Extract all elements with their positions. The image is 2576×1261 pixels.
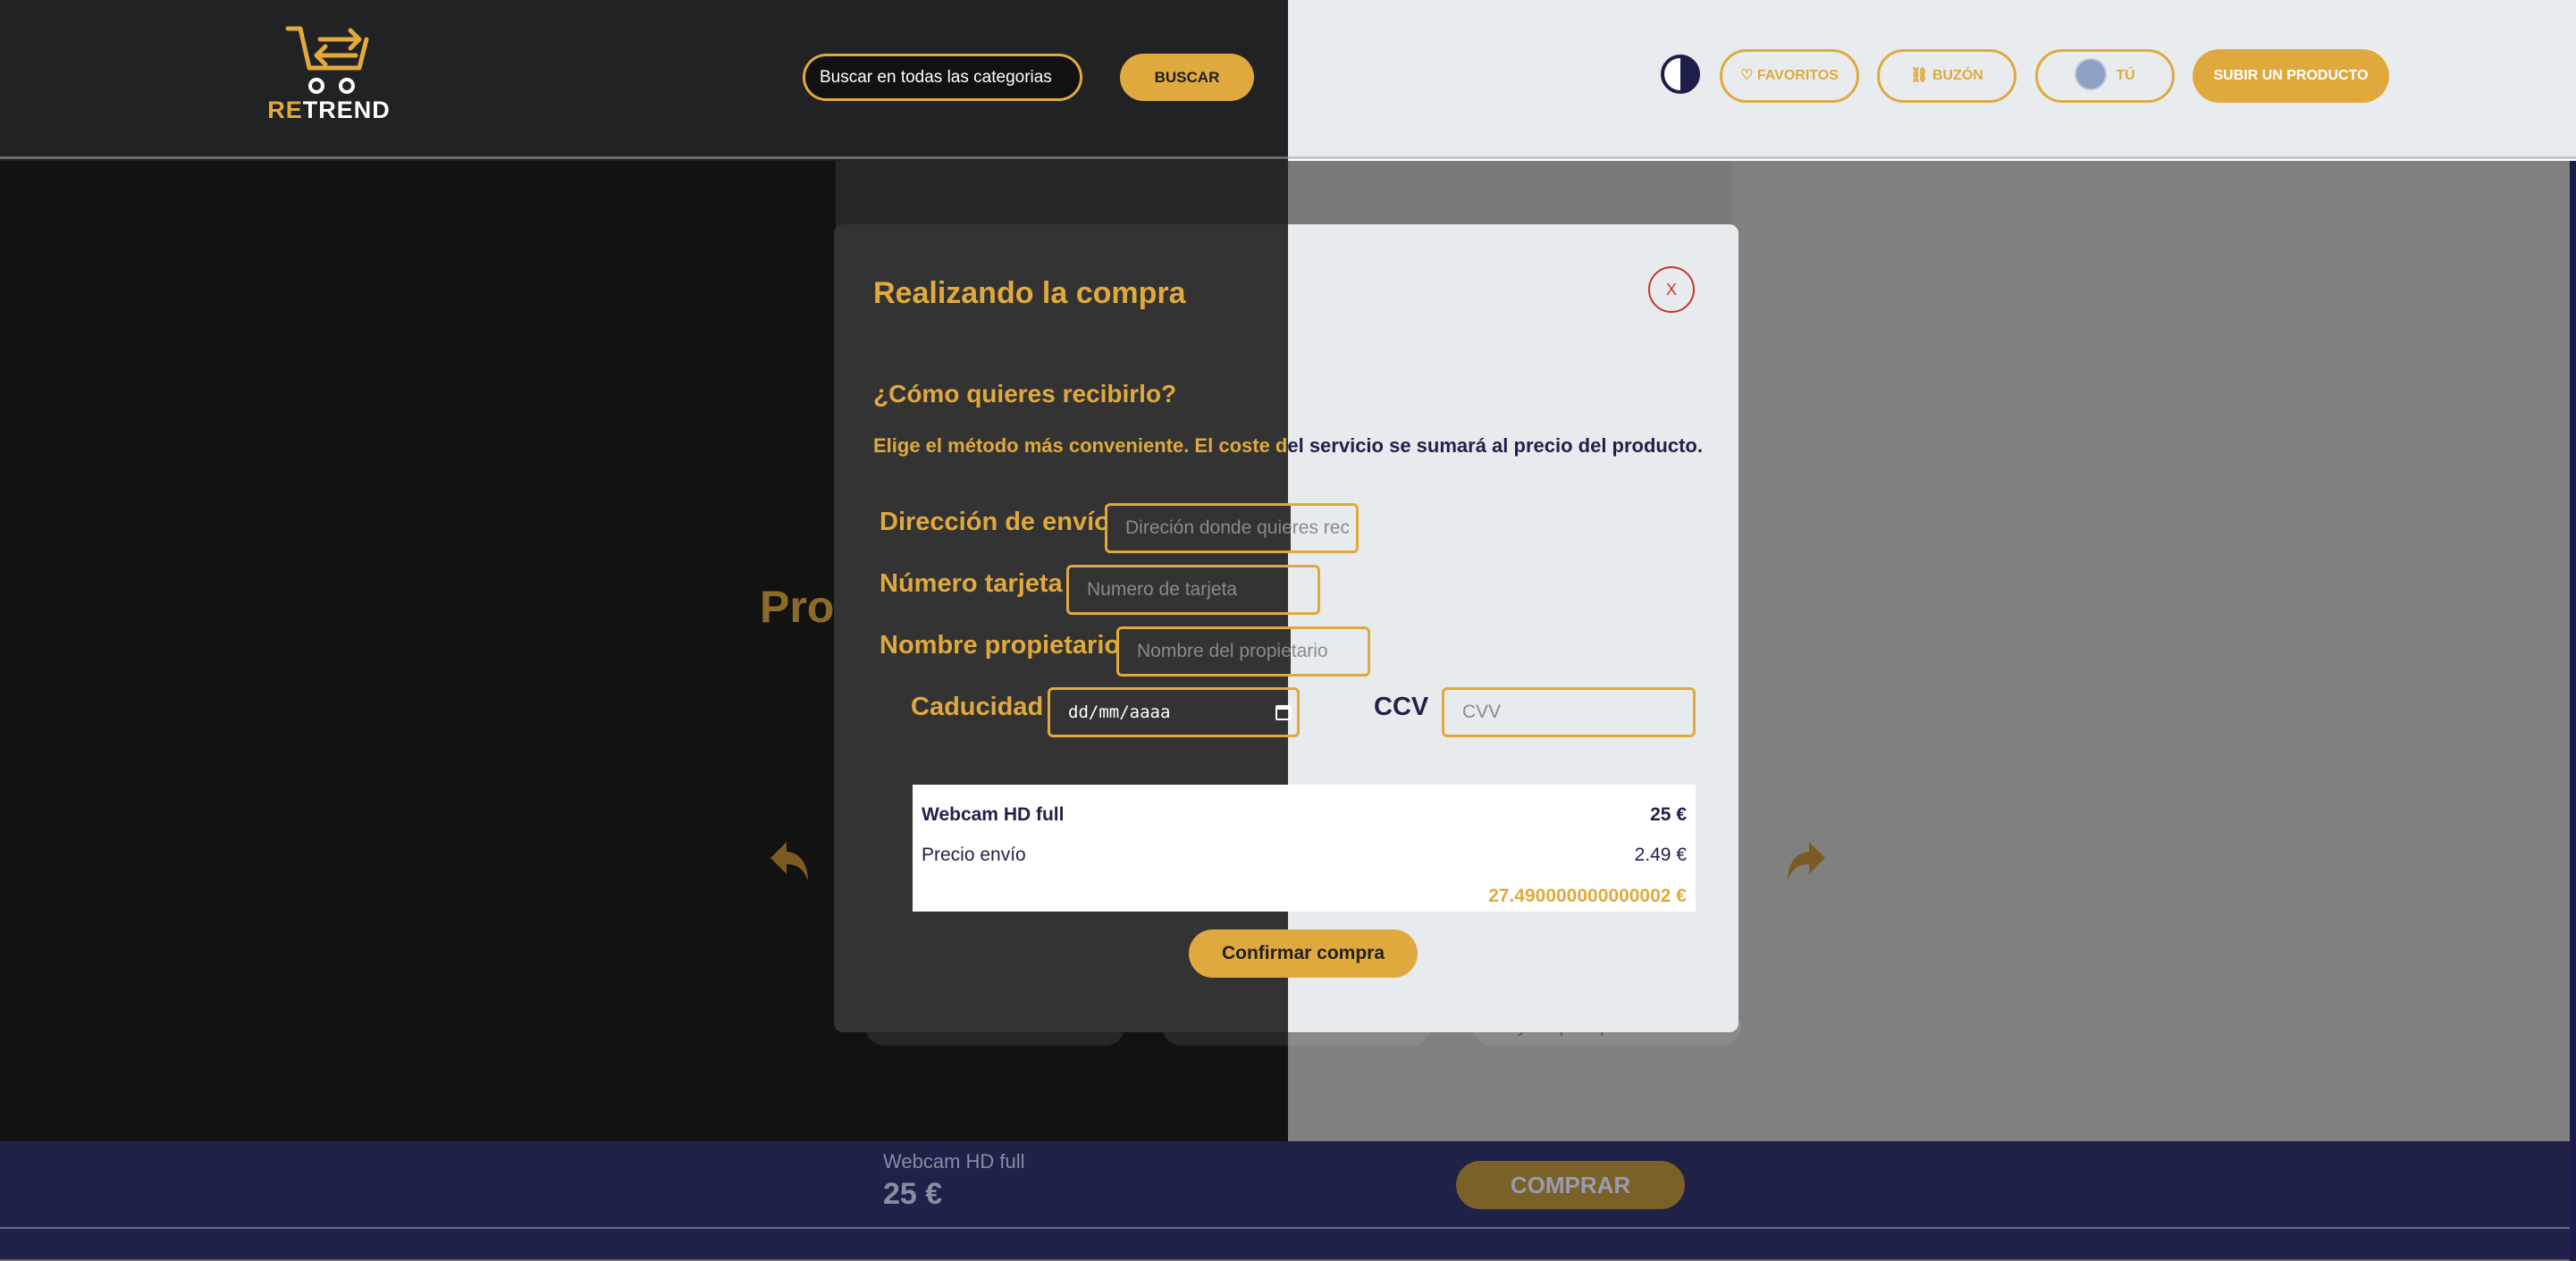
profile-button[interactable]: TÚ [2035,49,2175,103]
modal-title: Realizando la compra [873,276,1186,310]
profile-label: TÚ [2116,68,2135,83]
divider [0,1227,2570,1229]
search-input[interactable]: Buscar en todas las categorias [803,54,1082,101]
mailbox-label: BUZÓN [1932,68,1983,83]
ccv-label: CCV [1374,693,1429,721]
buy-button[interactable]: COMPRAR [1456,1161,1685,1209]
contrast-toggle-icon[interactable] [1661,55,1700,94]
retrend-logo[interactable]: RETREND [266,21,391,123]
close-button[interactable]: X [1648,266,1695,313]
delivery-description: Elige el método más conveniente. El cost… [873,434,1703,457]
summary-shipping-label: Precio envío [922,845,1026,865]
summary-total: 27.490000000000002 € [1488,886,1687,906]
owner-name-label: Nombre propietario [880,631,1121,660]
next-arrow-icon[interactable] [1784,838,1827,885]
heart-icon: ♡ [1740,68,1757,83]
favorites-label: FAVORITOS [1756,68,1839,83]
cart-logo-icon [285,26,369,94]
purchase-modal: Realizando la compra X ¿Cómo quieres rec… [834,224,1738,1032]
bottom-product-name: Webcam HD full [883,1150,1025,1173]
previous-arrow-icon[interactable] [769,838,812,885]
summary-product-price: 25 € [1650,804,1687,825]
address-input[interactable]: Direción donde quieres rec [1105,503,1359,553]
bottom-product-price: 25 € [883,1177,943,1211]
summary-shipping-price: 2.49 € [1634,845,1687,865]
card-number-label: Número tarjeta [880,569,1063,598]
header-light-half: ♡ FAVORITOS ⛓ BUZÓN TÚ SUBIR UN PRODUCTO [1288,0,2576,159]
expiry-date-input[interactable]: dd/mm/aaaa [1048,687,1300,737]
order-summary: Webcam HD full 25 € Precio envío 2.49 € … [913,785,1696,912]
header-dark-half: RETREND Buscar en todas las categorias B… [0,0,1288,159]
search-button[interactable]: BUSCAR [1120,54,1254,101]
favorites-button[interactable]: ♡ FAVORITOS [1720,49,1859,103]
summary-product-name: Webcam HD full [922,804,1065,825]
confirm-purchase-button[interactable]: Confirmar compra [1189,929,1418,978]
delivery-question: ¿Cómo quieres recibirlo? [873,380,1177,408]
avatar [2075,57,2108,90]
ccv-input[interactable]: CVV [1442,687,1696,737]
mailbox-button[interactable]: ⛓ BUZÓN [1877,49,2016,103]
link-icon: ⛓ [1910,68,1932,83]
address-label: Dirección de envío [880,508,1110,536]
header: RETREND Buscar en todas las categorias B… [0,0,2576,161]
card-number-input[interactable]: Numero de tarjeta [1066,565,1320,615]
upload-product-button[interactable]: SUBIR UN PRODUCTO [2193,49,2389,103]
owner-name-input[interactable]: Nombre del propietario [1116,626,1370,677]
expiry-date-value: dd/mm/aaaa [1068,702,1171,722]
logo-text: RETREND [267,97,391,123]
expiry-label: Caducidad [911,693,1044,721]
calendar-icon[interactable] [1275,705,1292,720]
bottom-purchase-bar: Webcam HD full 25 € COMPRAR [0,1141,2570,1261]
scrollbar[interactable] [2570,161,2576,1261]
